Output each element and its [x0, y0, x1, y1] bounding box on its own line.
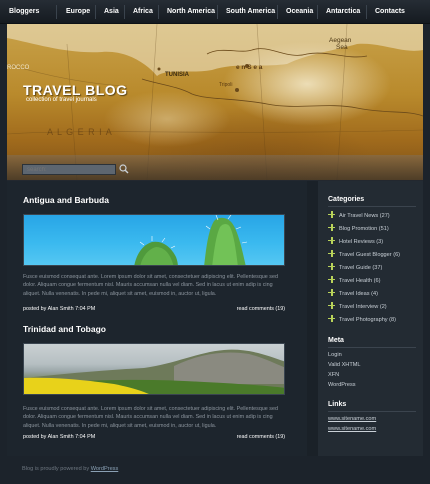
footer-text: Blog is proudly powered by [22, 466, 91, 472]
footer: Blog is proudly powered by WordPress [22, 466, 118, 472]
nav-separator [158, 5, 159, 19]
nav-contacts[interactable]: Contacts [375, 0, 405, 24]
category-blog-promotion[interactable]: Blog Promotion (51) [328, 224, 389, 232]
map-label-algeria: A L G E R I A [47, 127, 113, 137]
nav-africa[interactable]: Africa [133, 0, 153, 24]
nav-separator [217, 5, 218, 19]
nav-separator [95, 5, 96, 19]
map-label-aegean: Aegean [329, 37, 352, 44]
nav-south-america[interactable]: South America [226, 0, 275, 24]
meta-valid-xhtml-link[interactable]: Valid XHTML [328, 362, 361, 368]
plus-icon [328, 211, 335, 218]
blog-title[interactable]: TRAVEL BLOG [23, 82, 128, 98]
footer-wordpress-link[interactable]: WordPress [91, 466, 119, 472]
category-hotel-reviews[interactable]: Hotel Reviews (3) [328, 237, 383, 245]
sidebar-divider [328, 206, 416, 207]
plus-icon [328, 302, 335, 309]
meta-wordpress-link[interactable]: WordPress [328, 382, 356, 388]
plus-icon [328, 237, 335, 244]
category-travel-health[interactable]: Travel Health (6) [328, 276, 380, 284]
sidebar-link[interactable]: www.sitename.com [328, 416, 376, 422]
coastline [141, 78, 423, 117]
category-travel-ideas[interactable]: Travel Ideas (4) [328, 289, 378, 297]
plus-icon [328, 276, 335, 283]
post-title[interactable]: Trinidad and Tobago [23, 324, 106, 334]
nav-separator [366, 5, 367, 19]
post-excerpt: Fusce euismod consequat ante. Lorem ipsu… [23, 406, 278, 429]
nav-europe[interactable]: Europe [66, 0, 90, 24]
city-dot [235, 88, 239, 92]
nav-bloggers[interactable]: Bloggers [9, 0, 39, 24]
post-meta: posted by Alan Smith 7:04 PM [23, 434, 96, 440]
categories-heading: Categories [328, 196, 365, 203]
nav-separator [317, 5, 318, 19]
meta-heading: Meta [328, 337, 344, 344]
blog-subtitle: collection of travel journals [26, 97, 97, 103]
meta-xfn-link[interactable]: XFN [328, 372, 339, 378]
nav-asia[interactable]: Asia [104, 0, 119, 24]
sea-area [7, 24, 423, 76]
category-travel-photography[interactable]: Travel Photography (8) [328, 315, 396, 323]
map-label-morocco: ROCCO [7, 65, 30, 71]
map-label-tunisia: TUNISIA [165, 72, 189, 78]
category-travel-interview[interactable]: Travel Interview (2) [328, 302, 387, 310]
post-meta: posted by Alan Smith 7:04 PM [23, 306, 96, 312]
post-image-cactus[interactable] [23, 214, 285, 266]
plus-icon [328, 289, 335, 296]
meta-login-link[interactable]: Login [328, 352, 342, 358]
post-image-landscape[interactable] [23, 343, 285, 395]
nav-separator [56, 5, 57, 19]
post-title[interactable]: Antigua and Barbuda [23, 195, 109, 205]
plus-icon [328, 315, 335, 322]
plus-icon [328, 224, 335, 231]
top-navigation: Bloggers Europe Asia Africa North Americ… [0, 0, 430, 24]
column-divider [307, 181, 318, 456]
nav-separator [124, 5, 125, 19]
search-input[interactable] [22, 164, 116, 175]
map-label-sea: e n S e a [236, 64, 263, 71]
city-dot [157, 67, 161, 71]
category-travel-guest-blogger[interactable]: Travel Guest Blogger (6) [328, 250, 400, 258]
links-heading: Links [328, 401, 347, 408]
map-label-sea-2: Sea [336, 44, 348, 51]
sidebar-link[interactable]: www.sitename.com [328, 426, 376, 432]
read-comments-link[interactable]: read comments (19) [237, 434, 285, 440]
plus-icon [328, 263, 335, 270]
sidebar-divider [328, 411, 416, 412]
nav-antarctica[interactable]: Antarctica [326, 0, 360, 24]
cactus-photo [134, 215, 248, 265]
category-air-travel-news[interactable]: Air Travel News (27) [328, 211, 390, 219]
category-travel-guide[interactable]: Travel Guide (37) [328, 263, 382, 271]
nav-oceania[interactable]: Oceania [286, 0, 313, 24]
read-comments-link[interactable]: read comments (19) [237, 306, 285, 312]
magnifier-icon[interactable] [119, 164, 129, 174]
plus-icon [328, 250, 335, 257]
landscape-photo [24, 349, 284, 394]
map-label-tripoli: Tripoli [219, 82, 233, 88]
post-excerpt: Fusce euismod consequat ante. Lorem ipsu… [23, 274, 278, 297]
nav-north-america[interactable]: North America [167, 0, 215, 24]
nav-separator [277, 5, 278, 19]
sidebar-divider [328, 347, 416, 348]
